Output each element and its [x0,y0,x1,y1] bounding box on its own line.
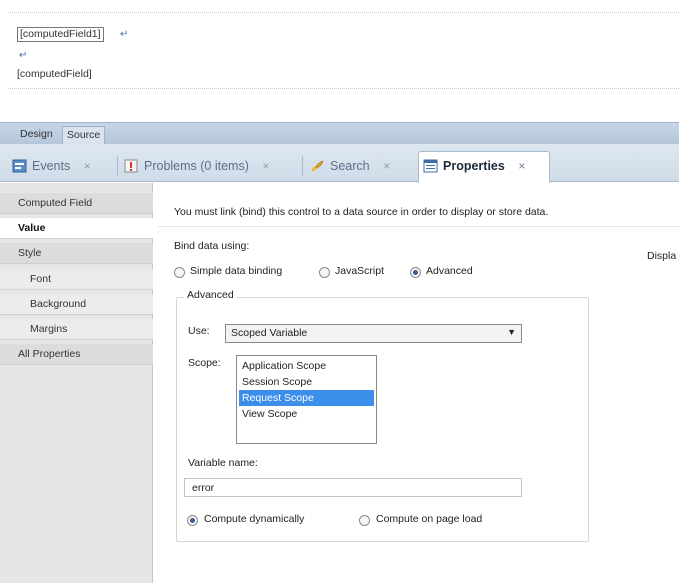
tab-label: Events [32,159,71,173]
tab-problems[interactable]: Problems (0 items) × [120,152,269,182]
close-icon[interactable]: × [262,152,269,180]
nav-item-computed-field[interactable]: Computed Field [0,193,153,214]
scope-option[interactable]: View Scope [239,406,374,422]
radio-compute-dynamically[interactable] [187,515,198,526]
group-title: Advanced [184,289,237,301]
nav-item-style[interactable]: Style [0,243,153,264]
properties-nav: Computed Field Value Style Font Backgrou… [0,183,153,583]
tab-separator [117,156,118,176]
tab-properties[interactable]: Properties × [418,151,550,183]
editor-mode-tabs: Design Source [0,122,679,144]
computed-field1-control[interactable]: [computedField1] [17,27,104,42]
binding-message: You must link (bind) this control to a d… [174,206,549,218]
tab-label: Search [330,159,370,173]
use-dropdown[interactable]: Scoped Variable ▼ [225,324,522,343]
radio-label: JavaScript [335,265,385,277]
radio-compute-on-load[interactable] [359,515,370,526]
canvas-divider [8,88,679,89]
nav-item-value[interactable]: Value [0,218,153,239]
tab-label: Problems (0 items) [144,159,249,173]
scope-listbox[interactable]: Application Scope Session Scope Request … [236,355,377,444]
tab-source[interactable]: Source [62,126,106,144]
variable-name-value: error [192,482,215,494]
radio-label: Compute dynamically [204,513,305,525]
radio-label: Simple data binding [190,265,283,277]
variable-name-label: Variable name: [188,457,258,469]
tab-design[interactable]: Design [16,126,57,144]
line-break-icon: ↵ [120,29,129,40]
tab-separator [302,156,303,176]
nav-item-font[interactable]: Font [0,269,153,290]
problems-icon [124,159,138,173]
nav-item-margins[interactable]: Margins [0,319,153,340]
radio-advanced[interactable] [410,267,421,278]
nav-item-all-properties[interactable]: All Properties [0,344,153,365]
radio-label: Advanced [426,265,473,277]
bind-label: Bind data using: [174,240,250,252]
computed-field-control[interactable]: [computedField] [17,68,92,80]
nav-item-background[interactable]: Background [0,294,153,315]
canvas-divider [8,12,679,13]
radio-javascript[interactable] [319,267,330,278]
close-icon[interactable]: × [383,152,390,180]
scope-label: Scope: [188,357,221,369]
chevron-down-icon: ▼ [507,327,516,337]
scope-option-selected[interactable]: Request Scope [239,390,374,406]
scope-option[interactable]: Application Scope [239,358,374,374]
display-label: Displa [647,250,677,262]
events-icon [12,159,27,173]
tab-search[interactable]: Search × [306,152,390,182]
scope-option[interactable]: Session Scope [239,374,374,390]
view-tab-strip: Events × Problems (0 items) × Search × P… [0,144,679,183]
close-icon[interactable]: × [84,152,91,180]
use-label: Use: [188,325,210,337]
tab-label: Properties [443,159,505,173]
design-canvas[interactable]: [computedField1] ↵ ↵ [computedField] [0,0,679,122]
radio-simple-binding[interactable] [174,267,185,278]
divider [158,226,679,227]
use-value: Scoped Variable [231,327,308,339]
radio-label: Compute on page load [376,513,483,525]
line-break-icon: ↵ [19,50,28,61]
search-icon [311,160,324,172]
variable-name-input[interactable]: error [184,478,522,497]
properties-icon [423,159,438,173]
tab-events[interactable]: Events × [8,152,91,182]
close-icon[interactable]: × [518,152,525,180]
properties-panel: You must link (bind) this control to a d… [154,183,679,583]
